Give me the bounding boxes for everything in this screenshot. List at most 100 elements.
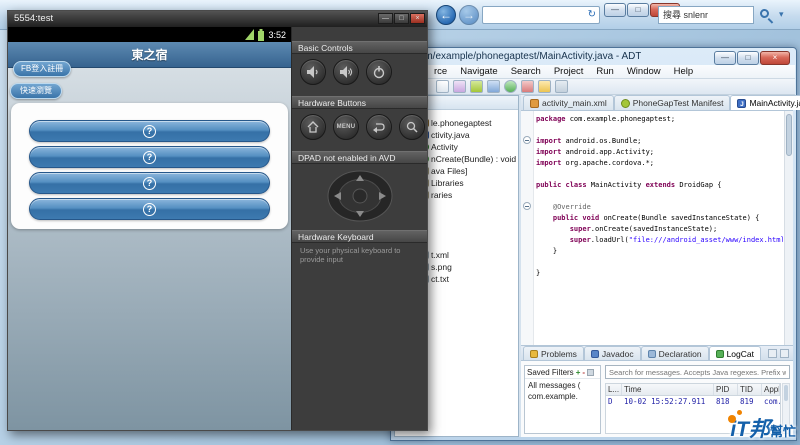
filter-all-messages[interactable]: All messages ( [525, 379, 600, 390]
tab-problems[interactable]: Problems [523, 346, 584, 360]
menu-button-4[interactable]: ? [29, 198, 270, 220]
search-dropdown-icon[interactable]: ▾ [779, 9, 784, 20]
logcat-icon [715, 349, 724, 358]
desktop: ← → ↻ — □ × 搜尋 snlenr ▾ /com/example/pho… [0, 0, 800, 445]
search-hardware-button[interactable] [399, 114, 425, 140]
forward-icon: → [463, 8, 475, 22]
close-button[interactable]: × [410, 13, 425, 24]
emulator-controls-panel: Basic Controls Hardware Buttons MENU DPA… [291, 27, 427, 430]
android-status-bar: 3:52 [8, 27, 291, 42]
browser-search-input[interactable]: 搜尋 snlenr [658, 6, 754, 24]
problems-icon [530, 349, 538, 358]
save-icon[interactable] [453, 80, 466, 93]
browser-forward-button[interactable]: → [459, 5, 479, 25]
home-button[interactable] [300, 114, 326, 140]
menu-button-1[interactable]: ? [29, 120, 270, 142]
battery-icon [258, 28, 265, 41]
quick-view-button[interactable]: 快速瀏覽 [10, 83, 62, 99]
search-icon [406, 121, 418, 133]
declaration-icon [647, 349, 656, 358]
tab-declaration[interactable]: Declaration [640, 346, 709, 360]
editor-gutter[interactable] [521, 111, 534, 345]
logcat-search-input[interactable] [605, 365, 790, 379]
android-sdk-manager-icon[interactable] [470, 80, 483, 93]
debug-icon[interactable] [521, 80, 534, 93]
saved-filters-label: Saved Filters [527, 367, 574, 377]
edit-filter-icon[interactable] [587, 368, 595, 376]
hardware-keyboard-header: Hardware Keyboard [292, 230, 427, 243]
question-icon: ? [143, 150, 156, 164]
menu-search[interactable]: Search [511, 66, 541, 77]
power-button[interactable] [366, 59, 392, 85]
saved-filters-panel: Saved Filters + - All messages ( com.exa… [524, 365, 601, 434]
java-file-icon: J [737, 98, 747, 108]
tab-mainactivity-java[interactable]: J MainActivity.java × [730, 95, 800, 110]
menu-run[interactable]: Run [596, 66, 613, 77]
editor-area: activity_main.xml PhoneGapTest Manifest … [521, 95, 800, 437]
new-wizard-icon[interactable] [436, 80, 449, 93]
volume-down-button[interactable] [300, 59, 326, 85]
eclipse-window: /com/example/phonegaptest/MainActivity.j… [390, 47, 800, 441]
minimize-view-icon[interactable] [768, 349, 777, 358]
menu-source[interactable]: rce [434, 66, 447, 77]
avd-manager-icon[interactable] [487, 80, 500, 93]
address-bar[interactable]: ↻ [482, 6, 600, 24]
column-pid[interactable]: PID [714, 384, 738, 395]
java-editor[interactable]: package com.example.phonegaptest; import… [521, 111, 793, 345]
open-resource-icon[interactable] [538, 80, 551, 93]
menu-hardware-button[interactable]: MENU [333, 114, 359, 140]
maximize-button[interactable]: □ [737, 51, 759, 65]
tab-phonegaptest-manifest[interactable]: PhoneGapTest Manifest [613, 95, 731, 110]
maximize-view-icon[interactable] [780, 349, 789, 358]
maximize-button[interactable]: □ [627, 3, 649, 17]
refresh-icon[interactable]: ↻ [588, 9, 596, 20]
back-button[interactable] [366, 114, 392, 140]
minimize-button[interactable]: — [714, 51, 736, 65]
watermark-text: 幫忙 [769, 424, 796, 439]
emulator-titlebar[interactable]: 5554:test [8, 11, 427, 27]
maximize-button[interactable]: □ [394, 13, 409, 24]
minimize-button[interactable]: — [604, 3, 626, 17]
run-icon[interactable] [504, 80, 517, 93]
question-icon: ? [143, 124, 156, 138]
menu-button-2[interactable]: ? [29, 146, 270, 168]
fold-collapse-icon[interactable] [523, 136, 531, 144]
search-icon[interactable] [760, 9, 774, 24]
tab-javadoc[interactable]: Javadoc [583, 346, 641, 360]
menu-navigate[interactable]: Navigate [460, 66, 498, 77]
editor-tabbar: activity_main.xml PhoneGapTest Manifest … [521, 95, 800, 111]
filter-com-example[interactable]: com.example. [525, 390, 600, 401]
print-icon[interactable] [555, 80, 568, 93]
question-icon: ? [143, 176, 156, 190]
column-level[interactable]: L... [606, 384, 622, 395]
menu-window[interactable]: Window [627, 66, 661, 77]
column-application[interactable]: Application [762, 384, 780, 395]
menu-help[interactable]: Help [674, 66, 694, 77]
minimize-button[interactable]: — [378, 13, 393, 24]
column-time[interactable]: Time [622, 384, 714, 395]
question-icon: ? [143, 202, 156, 216]
eclipse-menubar: rce Navigate Search Project Run Window H… [392, 65, 795, 79]
home-icon [307, 121, 319, 133]
close-button[interactable]: × [760, 51, 790, 65]
column-tid[interactable]: TID [738, 384, 762, 395]
tab-activity-main-xml[interactable]: activity_main.xml [523, 95, 614, 110]
logcat-row[interactable]: D 10-02 15:52:27.911 818 819 com.andro [606, 396, 780, 408]
remove-filter-icon[interactable]: - [582, 368, 585, 377]
browser-back-button[interactable]: ← [436, 5, 456, 25]
android-manifest-icon [620, 98, 630, 108]
editor-scrollbar[interactable] [784, 111, 793, 345]
emulator-title: 5554:test [14, 13, 54, 24]
add-filter-icon[interactable]: + [576, 368, 581, 377]
fold-collapse-icon[interactable] [523, 202, 531, 210]
tab-logcat[interactable]: LogCat [708, 346, 761, 360]
fb-login-button[interactable]: FB登入註冊 [13, 61, 72, 77]
ithelp-watermark: iT邦幫忙 [728, 410, 796, 443]
eclipse-window-controls: — □ × [714, 51, 790, 65]
dpad-icon[interactable] [327, 170, 393, 222]
volume-up-button[interactable] [333, 59, 359, 85]
signal-icon [245, 29, 255, 40]
menu-project[interactable]: Project [554, 66, 584, 77]
menu-button-3[interactable]: ? [29, 172, 270, 194]
code-content: package com.example.phonegaptest; import… [536, 115, 783, 277]
